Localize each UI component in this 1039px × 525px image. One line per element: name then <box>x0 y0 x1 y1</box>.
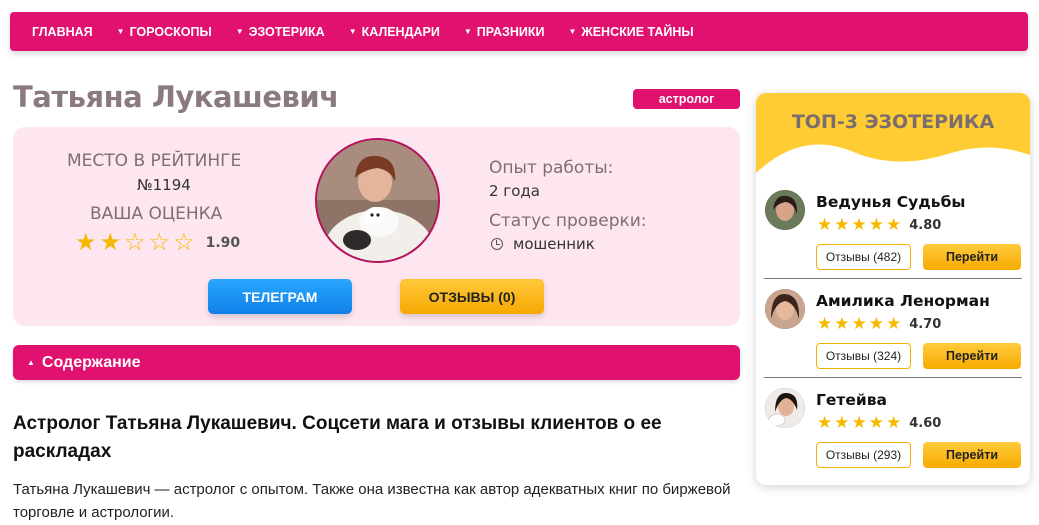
nav-item-horoscopes[interactable]: ▼ ГОРОСКОПЫ <box>117 25 212 39</box>
toc-toggle[interactable]: ▲ Содержание <box>13 345 740 380</box>
top-item-name[interactable]: Ведунья Судьбы <box>816 193 965 211</box>
experience-label: Опыт работы: <box>489 158 614 178</box>
top-item-reviews-button[interactable]: Отзывы (293) <box>816 442 911 468</box>
nav-item-esoterics[interactable]: ▼ ЭЗОТЕРИКА <box>236 25 325 39</box>
star-empty-icon[interactable]: ☆ <box>149 231 171 255</box>
top-item-go-button[interactable]: Перейти <box>923 343 1021 369</box>
avatar[interactable] <box>765 289 805 329</box>
top-item-rating: 4.80 <box>909 217 942 233</box>
nav-item-label: ГОРОСКОПЫ <box>129 24 212 39</box>
top-list-item: Гетейва ★ ★ ★ ★ ★ 4.60 Отзывы (293) Перейти <box>764 385 1022 477</box>
nav-item-home[interactable]: ГЛАВНАЯ <box>32 25 93 39</box>
top-item-reviews-button[interactable]: Отзывы (324) <box>816 343 911 369</box>
main-nav: ГЛАВНАЯ ▼ ГОРОСКОПЫ ▼ ЭЗОТЕРИКА ▼ КАЛЕНД… <box>10 12 1028 51</box>
top-item-stars: ★ ★ ★ ★ ★ 4.80 <box>817 216 941 234</box>
page-title: Татьяна Лукашевич <box>13 80 339 114</box>
top-item-rating: 4.60 <box>909 415 942 431</box>
clock-icon <box>491 238 503 250</box>
nav-item-label: ПРАЗНИКИ <box>476 24 545 39</box>
caret-down-icon: ▼ <box>568 27 577 36</box>
star-filled-icon: ★ <box>851 215 867 234</box>
telegram-button[interactable]: ТЕЛЕГРАМ <box>208 279 352 314</box>
nav-item-holidays[interactable]: ▼ ПРАЗНИКИ <box>464 25 545 39</box>
rank-label: МЕСТО В РЕЙТИНГЕ <box>67 151 242 171</box>
sidebar-title: ТОП-3 ЭЗОТЕРИКА <box>791 111 995 133</box>
caret-down-icon: ▼ <box>116 27 125 36</box>
rating-value: 1.90 <box>205 235 241 251</box>
star-filled-icon[interactable]: ★ <box>75 231 97 255</box>
triangle-up-icon: ▲ <box>27 358 35 367</box>
caret-down-icon: ▼ <box>235 27 244 36</box>
nav-item-calendars[interactable]: ▼ КАЛЕНДАРИ <box>349 25 440 39</box>
nav-item-womens-secrets[interactable]: ▼ ЖЕНСКИЕ ТАЙНЫ <box>568 25 693 39</box>
top-item-name[interactable]: Амилика Ленорман <box>816 292 990 310</box>
user-rating-stars[interactable]: ★ ★ ☆ ☆ ☆ 1.90 <box>75 231 240 255</box>
top-list-item: Амилика Ленорман ★ ★ ★ ★ ★ 4.70 Отзывы (324)… <box>764 286 1022 378</box>
role-badge[interactable]: астролог <box>633 89 740 109</box>
star-filled-icon: ★ <box>851 413 867 432</box>
top-item-go-button[interactable]: Перейти <box>923 442 1021 468</box>
star-filled-icon: ★ <box>817 413 833 432</box>
star-filled-icon: ★ <box>834 413 850 432</box>
top-item-go-button[interactable]: Перейти <box>923 244 1021 270</box>
star-filled-icon: ★ <box>868 314 884 333</box>
top-item-stars: ★ ★ ★ ★ ★ 4.60 <box>817 414 941 432</box>
score-label: ВАША ОЦЕНКА <box>90 204 223 224</box>
article-paragraph: Татьяна Лукашевич — астролог с опытом. Т… <box>13 481 731 521</box>
nav-item-label: ЖЕНСКИЕ ТАЙНЫ <box>581 24 694 39</box>
profile-card: МЕСТО В РЕЙТИНГЕ №1194 ВАША ОЦЕНКА ★ ★ ☆… <box>13 127 740 326</box>
star-filled-icon: ★ <box>886 413 902 432</box>
top-item-reviews-button[interactable]: Отзывы (482) <box>816 244 911 270</box>
caret-down-icon: ▼ <box>348 27 357 36</box>
star-empty-icon[interactable]: ☆ <box>173 231 195 255</box>
reviews-button[interactable]: ОТЗЫВЫ (0) <box>400 279 544 314</box>
star-filled-icon: ★ <box>817 314 833 333</box>
status-value-row: мошенник <box>491 235 595 253</box>
star-filled-icon: ★ <box>834 215 850 234</box>
star-filled-icon: ★ <box>851 314 867 333</box>
star-filled-icon[interactable]: ★ <box>100 231 122 255</box>
status-label: Статус проверки: <box>489 211 647 231</box>
sidebar-header: ТОП-3 ЭЗОТЕРИКА <box>756 93 1030 188</box>
star-filled-icon: ★ <box>886 314 902 333</box>
nav-item-label: ЭЗОТЕРИКА <box>248 24 325 39</box>
article-heading: Астролог Татьяна Лукашевич. Соцсети мага… <box>13 413 662 462</box>
top-list-item: Ведунья Судьбы ★ ★ ★ ★ ★ 4.80 Отзывы (482) П… <box>764 187 1022 279</box>
top-item-rating: 4.70 <box>909 316 942 332</box>
star-filled-icon: ★ <box>834 314 850 333</box>
avatar[interactable] <box>765 388 805 428</box>
experience-value: 2 года <box>489 182 540 200</box>
toc-label: Содержание <box>41 353 141 371</box>
avatar[interactable] <box>765 190 805 230</box>
status-value: мошенник <box>513 235 595 253</box>
nav-item-label: КАЛЕНДАРИ <box>361 24 440 39</box>
star-filled-icon: ★ <box>868 215 884 234</box>
star-empty-icon[interactable]: ☆ <box>124 231 146 255</box>
top-item-name[interactable]: Гетейва <box>816 391 887 409</box>
nav-item-label: ГЛАВНАЯ <box>32 24 93 39</box>
top3-sidebar: ТОП-3 ЭЗОТЕРИКА Ведунья Судьбы ★ ★ ★ ★ ★ 4.8… <box>756 93 1030 485</box>
star-filled-icon: ★ <box>817 215 833 234</box>
star-filled-icon: ★ <box>886 215 902 234</box>
top-item-stars: ★ ★ ★ ★ ★ 4.70 <box>817 315 941 333</box>
profile-avatar <box>315 138 440 263</box>
caret-down-icon: ▼ <box>463 27 472 36</box>
rank-value: №1194 <box>137 176 191 194</box>
star-filled-icon: ★ <box>868 413 884 432</box>
